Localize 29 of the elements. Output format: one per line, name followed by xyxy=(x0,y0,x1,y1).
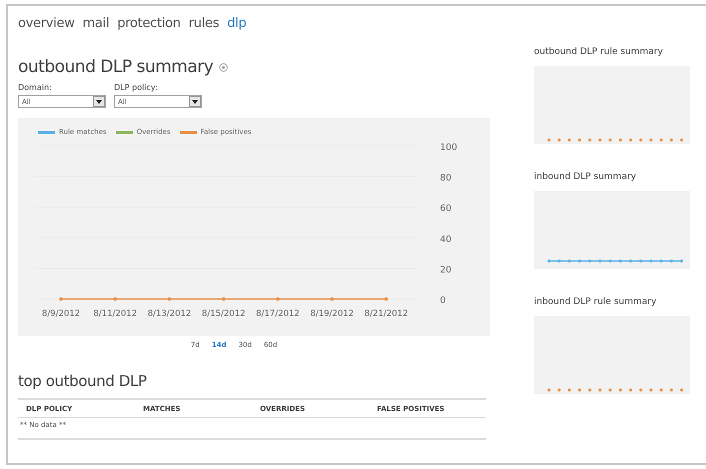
axis-label: 8/21/2012 xyxy=(364,309,408,319)
axis-label: 8/19/2012 xyxy=(310,309,354,319)
axis-label: 8/13/2012 xyxy=(148,309,192,319)
legend-swatch xyxy=(116,130,133,134)
section-title: top outbound DLP xyxy=(18,372,148,390)
legend-swatch xyxy=(180,130,196,134)
axis-label: 60 xyxy=(440,204,452,214)
axis-label: 0 xyxy=(440,296,446,306)
axis-label: 100 xyxy=(440,143,458,153)
axis-label: 40 xyxy=(440,234,452,245)
nav-tab[interactable]: rules xyxy=(188,16,220,31)
axis-label: 8/15/2012 xyxy=(202,309,246,319)
legend-swatch xyxy=(38,130,55,134)
filter-label: DLP policy: xyxy=(114,83,159,92)
axis-label: 20 xyxy=(440,265,452,276)
axis-label: 8/9/2012 xyxy=(42,309,80,319)
nav-tab[interactable]: dlp xyxy=(227,16,246,31)
filter-label: Domain: xyxy=(18,83,53,92)
axis-label: 80 xyxy=(440,174,452,184)
nav-tab[interactable]: protection xyxy=(117,16,181,31)
chart-title: outbound DLP rule summary xyxy=(534,47,664,57)
nav-tab[interactable]: mail xyxy=(82,16,110,31)
axis-label: 8/17/2012 xyxy=(256,309,300,319)
nav-tab[interactable]: overview xyxy=(18,16,75,31)
chart-title: inbound DLP summary xyxy=(534,172,638,182)
axis-label: 8/11/2012 xyxy=(93,309,137,319)
info-icon[interactable] xyxy=(219,62,228,72)
section-title: outbound DLP summary xyxy=(18,57,214,77)
chart-title: inbound DLP rule summary xyxy=(534,297,658,307)
